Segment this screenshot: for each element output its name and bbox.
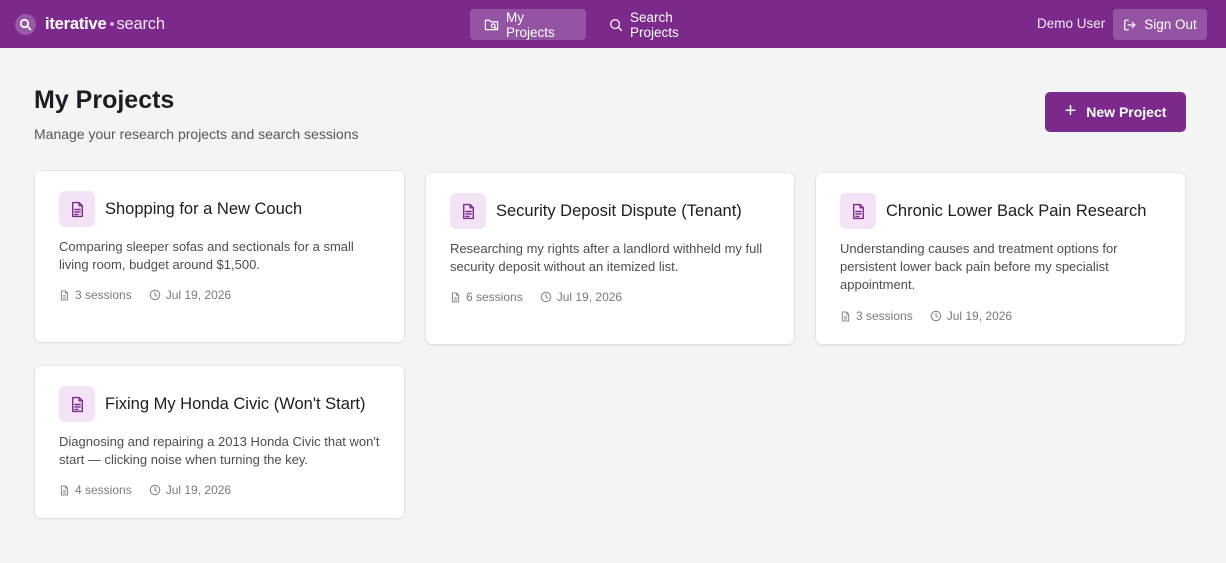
nav-search-projects-label: Search Projects bbox=[630, 9, 679, 40]
brand-name: iterative search bbox=[45, 15, 165, 34]
nav-my-projects-label: My Projects bbox=[506, 9, 555, 40]
project-date-label: Jul 19, 2026 bbox=[165, 483, 232, 497]
project-date: Jul 19, 2026 bbox=[540, 290, 622, 304]
document-icon bbox=[450, 193, 486, 229]
project-description: Understanding causes and treatment optio… bbox=[840, 241, 1118, 292]
project-card[interactable]: Fixing My Honda Civic (Won't Start) Diag… bbox=[35, 366, 404, 518]
new-project-label: New Project bbox=[1086, 104, 1167, 120]
project-title: Shopping for a New Couch bbox=[105, 200, 303, 218]
session-count-label: 3 sessions bbox=[75, 288, 132, 302]
document-icon bbox=[840, 193, 876, 229]
project-description: Comparing sleeper sofas and sectionals f… bbox=[59, 239, 354, 272]
page-title: My Projects bbox=[34, 86, 175, 114]
session-count: 3 sessions bbox=[840, 309, 913, 323]
page-subtitle: Manage your research projects and search… bbox=[34, 126, 359, 142]
top-navbar: iterative search My Projects Search Proj… bbox=[0, 0, 1226, 48]
project-card[interactable]: Chronic Lower Back Pain Research Underst… bbox=[816, 173, 1185, 344]
project-date-label: Jul 19, 2026 bbox=[165, 288, 232, 302]
brand-name-light: search bbox=[116, 14, 166, 33]
brand-logo[interactable]: iterative search bbox=[15, 13, 165, 35]
project-date: Jul 19, 2026 bbox=[149, 288, 231, 302]
session-count: 4 sessions bbox=[59, 483, 132, 497]
plus-icon: + bbox=[1064, 100, 1077, 122]
project-description: Researching my rights after a landlord w… bbox=[450, 241, 763, 274]
session-count-label: 6 sessions bbox=[466, 290, 523, 304]
brand-dot bbox=[109, 22, 114, 26]
project-meta: 6 sessions Jul 19, 2026 bbox=[450, 290, 622, 304]
sign-out-label: Sign Out bbox=[1144, 17, 1197, 32]
project-date: Jul 19, 2026 bbox=[149, 483, 231, 497]
sign-out-icon bbox=[1123, 18, 1137, 32]
folder-search-icon bbox=[484, 17, 499, 32]
user-name: Demo User bbox=[1037, 16, 1106, 31]
project-meta: 4 sessions Jul 19, 2026 bbox=[59, 483, 231, 497]
project-date: Jul 19, 2026 bbox=[930, 309, 1012, 323]
session-count: 6 sessions bbox=[450, 290, 523, 304]
document-icon bbox=[59, 386, 95, 422]
file-icon bbox=[59, 290, 70, 301]
project-title: Chronic Lower Back Pain Research bbox=[886, 202, 1147, 220]
session-count-label: 3 sessions bbox=[856, 309, 913, 323]
project-meta: 3 sessions Jul 19, 2026 bbox=[840, 309, 1012, 323]
file-icon bbox=[450, 292, 461, 303]
file-icon bbox=[59, 485, 70, 496]
document-icon bbox=[59, 191, 95, 227]
project-title: Fixing My Honda Civic (Won't Start) bbox=[105, 395, 366, 413]
clock-icon bbox=[930, 310, 942, 322]
session-count: 3 sessions bbox=[59, 288, 132, 302]
session-count-label: 4 sessions bbox=[75, 483, 132, 497]
project-card[interactable]: Security Deposit Dispute (Tenant) Resear… bbox=[426, 173, 794, 344]
project-card[interactable]: Shopping for a New Couch Comparing sleep… bbox=[35, 171, 404, 342]
project-date-label: Jul 19, 2026 bbox=[556, 290, 623, 304]
brand-name-bold: iterative bbox=[45, 14, 107, 33]
new-project-button[interactable]: + New Project bbox=[1045, 92, 1186, 132]
clock-icon bbox=[149, 289, 161, 301]
search-icon bbox=[15, 13, 36, 35]
nav-my-projects[interactable]: My Projects bbox=[470, 9, 586, 40]
project-description: Diagnosing and repairing a 2013 Honda Ci… bbox=[59, 434, 380, 467]
project-meta: 3 sessions Jul 19, 2026 bbox=[59, 288, 231, 302]
clock-icon bbox=[540, 291, 552, 303]
nav-search-projects[interactable]: Search Projects bbox=[595, 9, 731, 40]
search-icon bbox=[609, 18, 623, 32]
project-date-label: Jul 19, 2026 bbox=[946, 309, 1013, 323]
file-icon bbox=[840, 311, 851, 322]
sign-out-button[interactable]: Sign Out bbox=[1113, 9, 1207, 40]
clock-icon bbox=[149, 484, 161, 496]
project-title: Security Deposit Dispute (Tenant) bbox=[496, 202, 742, 220]
